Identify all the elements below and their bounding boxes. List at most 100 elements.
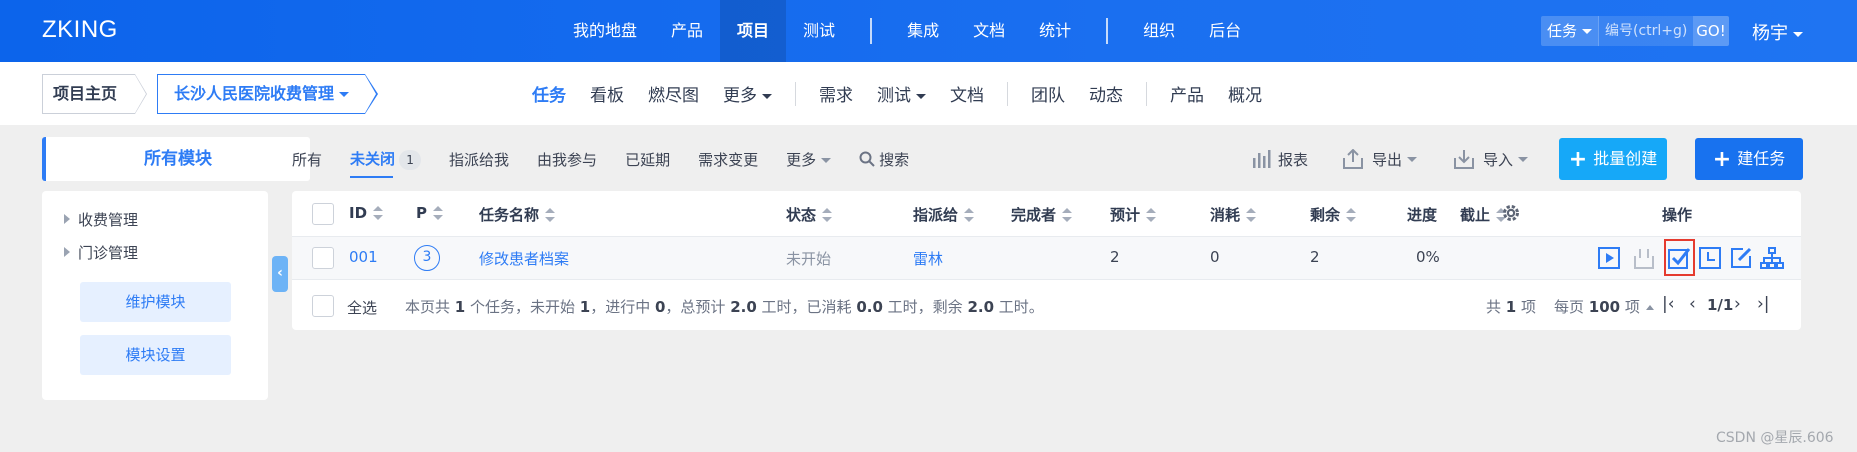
first-page-icon[interactable]: |‹: [1662, 294, 1675, 314]
maintain-modules-button[interactable]: 维护模块: [80, 282, 231, 322]
nav-product[interactable]: 产品: [654, 0, 720, 62]
filter-unclosed[interactable]: 未关闭 1: [350, 148, 422, 178]
nav-project[interactable]: 项目: [720, 0, 787, 62]
breadcrumb-project-select[interactable]: 长沙人民医院收费管理: [157, 74, 379, 114]
report-button[interactable]: 报表: [1252, 137, 1308, 181]
subnav-divider: [795, 81, 796, 106]
bar-chart-icon: [1253, 150, 1271, 168]
task-id-link[interactable]: 001: [349, 248, 378, 266]
column-header-left[interactable]: 剩余: [1310, 204, 1357, 225]
create-task-button[interactable]: + 建任务: [1695, 138, 1803, 180]
subnav-overview[interactable]: 概况: [1216, 81, 1274, 106]
column-header-label: 截止: [1460, 206, 1491, 224]
import-label: 导入: [1483, 150, 1514, 169]
subnav-product[interactable]: 产品: [1158, 81, 1216, 106]
subnav-more[interactable]: 更多: [711, 81, 784, 106]
collapse-sidebar-button[interactable]: ‹: [272, 256, 288, 292]
plus-icon: +: [1712, 147, 1732, 172]
filter-all[interactable]: 所有: [292, 149, 322, 170]
start-icon[interactable]: [1597, 246, 1621, 270]
edit-icon[interactable]: [1729, 246, 1753, 270]
filter-assigned-to-me[interactable]: 指派给我: [449, 149, 509, 170]
module-tree-item[interactable]: 收费管理: [64, 209, 138, 230]
column-header-name[interactable]: 任务名称: [479, 204, 556, 225]
nav-admin[interactable]: 后台: [1192, 0, 1258, 62]
nav-test[interactable]: 测试: [786, 0, 852, 62]
project-subbar: 项目主页 长沙人民医院收费管理 任务 看板 燃尽图 更多 需求 测试 文档 团队…: [0, 62, 1857, 125]
nav-organization[interactable]: 组织: [1126, 0, 1192, 62]
subnav-burndown[interactable]: 燃尽图: [636, 81, 711, 106]
nav-statistics[interactable]: 统计: [1022, 0, 1088, 62]
user-menu[interactable]: 杨宇: [1752, 19, 1803, 45]
column-header-label: 完成者: [1011, 206, 1057, 224]
task-consumed: 0: [1210, 248, 1220, 266]
main-nav: 我的地盘 产品 项目 测试 集成 文档 统计 组织 后台: [556, 0, 1258, 62]
breadcrumb-project-label: 长沙人民医院收费管理: [174, 84, 335, 103]
caret-right-icon: [64, 214, 70, 224]
all-modules-title[interactable]: 所有模块: [42, 137, 310, 181]
search-toggle[interactable]: 搜索: [859, 149, 909, 170]
column-header-estimate[interactable]: 预计: [1110, 204, 1157, 225]
task-assignee-link[interactable]: 雷林: [913, 248, 943, 269]
filter-delayed[interactable]: 已延期: [625, 149, 670, 170]
column-header-pri[interactable]: P: [416, 204, 443, 222]
nav-docs[interactable]: 文档: [956, 0, 1022, 62]
subnav-docs[interactable]: 文档: [938, 81, 996, 106]
subnav-divider: [1007, 81, 1008, 106]
prev-page-icon[interactable]: ‹: [1689, 294, 1696, 314]
last-page-icon[interactable]: ›|: [1757, 294, 1770, 314]
subnav-team[interactable]: 团队: [1019, 81, 1077, 106]
task-progress: 0%: [1416, 248, 1440, 266]
nav-my-dashboard[interactable]: 我的地盘: [556, 0, 654, 62]
select-all-header-checkbox[interactable]: [312, 203, 334, 225]
next-page-icon[interactable]: ›: [1734, 294, 1741, 314]
subnav-tasks[interactable]: 任务: [520, 81, 578, 106]
caret-right-icon: [64, 247, 70, 257]
column-header-assigned[interactable]: 指派给: [913, 204, 975, 225]
subnav-test[interactable]: 测试: [865, 81, 938, 106]
filter-more[interactable]: 更多: [786, 149, 832, 170]
column-header-finished-by[interactable]: 完成者: [1011, 204, 1073, 225]
filter-involved[interactable]: 由我参与: [537, 149, 597, 170]
subnav-dynamics[interactable]: 动态: [1077, 81, 1135, 106]
import-button[interactable]: 导入: [1453, 137, 1529, 181]
row-checkbox[interactable]: [312, 247, 334, 269]
page-indicator: 1/1: [1707, 296, 1734, 314]
module-settings-button[interactable]: 模块设置: [80, 335, 231, 375]
task-filter-bar: 所有 未关闭 1 指派给我 由我参与 已延期 需求变更 更多 搜索: [292, 137, 937, 181]
select-all-label[interactable]: 全选: [347, 297, 377, 318]
task-name-link[interactable]: 修改患者档案: [479, 248, 569, 269]
filter-story-changed[interactable]: 需求变更: [698, 149, 758, 170]
select-all-checkbox[interactable]: [312, 295, 334, 317]
subtask-icon[interactable]: [1760, 246, 1784, 270]
column-header-label: 指派给: [913, 206, 959, 224]
module-tree-panel: 收费管理 门诊管理 维护模块 模块设置: [42, 191, 268, 400]
search-input[interactable]: 编号(ctrl+g): [1598, 16, 1693, 46]
batch-create-button[interactable]: + 批量创建: [1559, 138, 1667, 180]
export-button[interactable]: 导出: [1342, 137, 1418, 181]
per-page-select[interactable]: 每页 100 项: [1554, 296, 1654, 317]
sort-icon: [1246, 208, 1257, 222]
column-header-consumed[interactable]: 消耗: [1210, 204, 1257, 225]
column-header-deadline[interactable]: 截止: [1460, 204, 1507, 225]
module-tree-item[interactable]: 门诊管理: [64, 242, 138, 263]
subnav-requirements[interactable]: 需求: [807, 81, 865, 106]
pause-icon[interactable]: [1632, 246, 1656, 270]
column-header-status[interactable]: 状态: [786, 204, 833, 225]
sort-icon: [1146, 208, 1157, 222]
column-header-label: 消耗: [1210, 206, 1241, 224]
highlight-box: [1664, 239, 1695, 276]
subnav-kanban[interactable]: 看板: [578, 81, 636, 106]
sort-icon: [545, 208, 556, 222]
nav-integration[interactable]: 集成: [890, 0, 956, 62]
export-icon: [1343, 149, 1363, 169]
plus-icon: +: [1568, 147, 1588, 172]
breadcrumb-project-home[interactable]: 项目主页: [42, 74, 148, 114]
record-hours-icon[interactable]: [1698, 246, 1722, 270]
search-go-button[interactable]: GO!: [1693, 16, 1729, 46]
column-header-id[interactable]: ID: [349, 204, 384, 222]
search-type-select[interactable]: 任务: [1541, 16, 1598, 46]
brand-logo[interactable]: ZKING: [42, 16, 118, 44]
gear-icon[interactable]: [1501, 203, 1521, 223]
column-header-label: P: [416, 204, 427, 222]
